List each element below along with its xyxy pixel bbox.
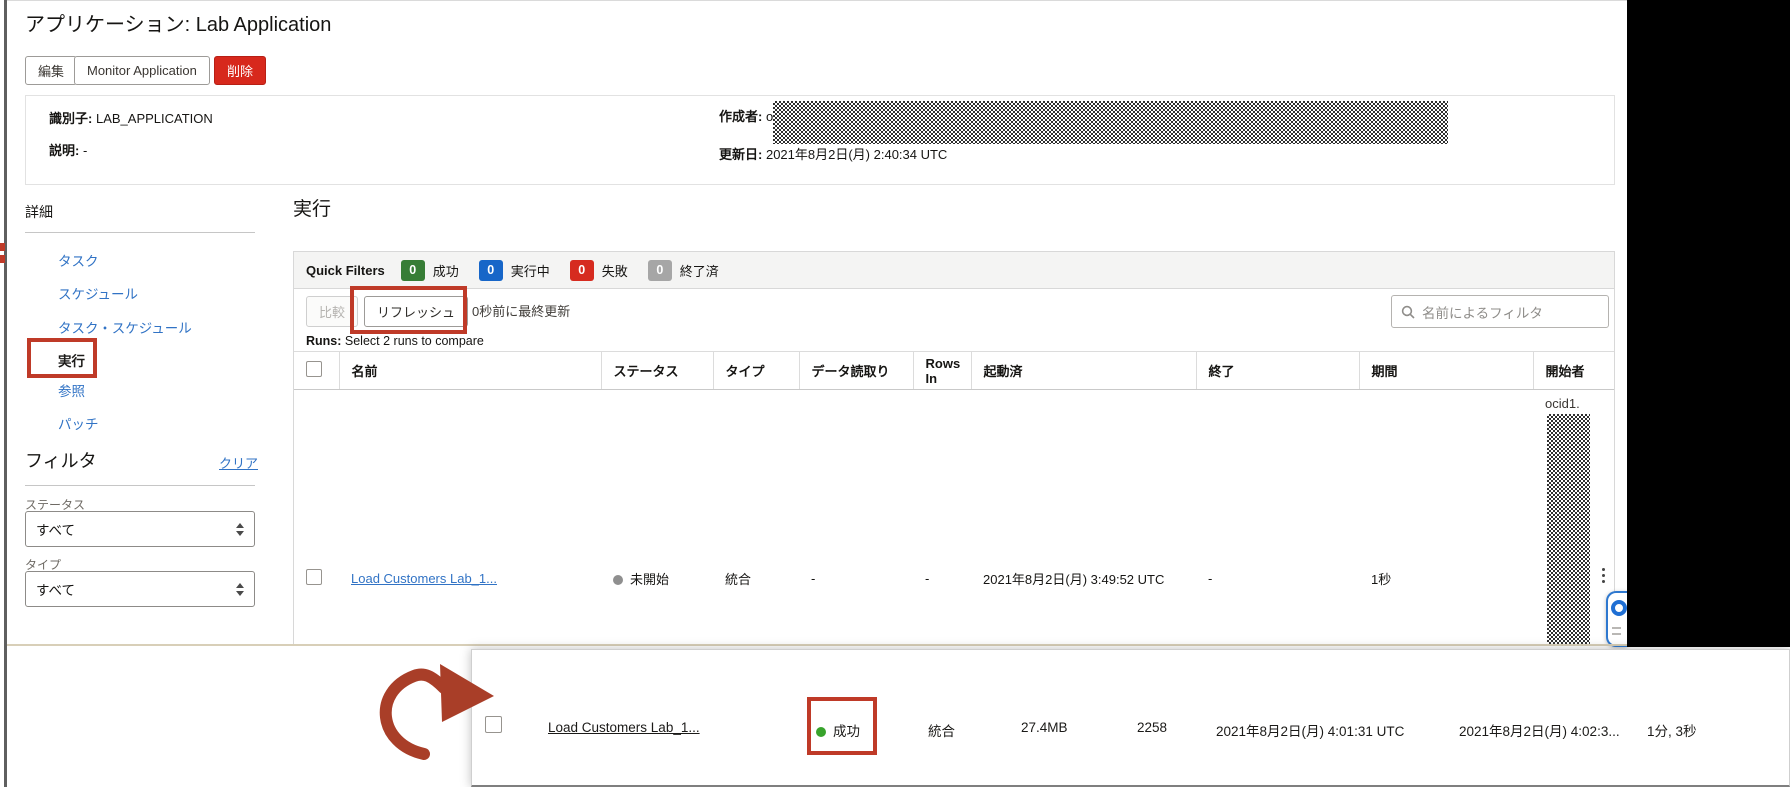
annotation-box-success (807, 697, 877, 755)
select-all-checkbox[interactable] (306, 361, 322, 377)
overlay-run-ended: 2021年8月2日(月) 4:02:3... (1459, 724, 1620, 739)
quick-filters-bar: Quick Filters 0 成功 0 実行中 0 失敗 0 終了済 (294, 252, 1614, 289)
col-header-started[interactable]: 起動済 (971, 351, 1197, 390)
edge-annotation-mark (0, 255, 5, 263)
window-left-border (4, 0, 7, 787)
sidebar-item-tasks[interactable]: タスク (58, 250, 99, 270)
run-type: 統合 (725, 572, 752, 588)
quick-filter-success[interactable]: 0 成功 (400, 259, 459, 281)
initiated-by-redacted-value (1547, 414, 1590, 644)
run-name-link[interactable]: Load Customers Lab_1... (351, 571, 497, 586)
window-top-border (7, 0, 1627, 1)
quick-filter-failed[interactable]: 0 失敗 (569, 259, 628, 281)
help-widget-detail (1612, 627, 1621, 629)
filter-heading: フィルタ (25, 451, 97, 471)
monitor-application-button[interactable]: Monitor Application (74, 56, 210, 85)
filter-clear-link[interactable]: クリア (219, 453, 258, 472)
run-initiated-by: ocid1. (1533, 390, 1614, 644)
quick-filter-running[interactable]: 0 実行中 (478, 259, 550, 281)
overlay-run-started: 2021年8月2日(月) 4:01:31 UTC (1216, 724, 1405, 739)
failed-count-badge: 0 (569, 259, 594, 281)
edge-annotation-mark (0, 243, 5, 251)
search-placeholder: 名前によるフィルタ (1422, 305, 1543, 321)
col-header-duration[interactable]: 期間 (1359, 351, 1534, 390)
overlay-run-rows-in: 2258 (1137, 720, 1168, 735)
row-actions-kebab-icon[interactable] (1602, 568, 1605, 571)
run-rows-in: - (925, 571, 930, 587)
not-started-status-icon (613, 575, 623, 586)
run-ended: - (1208, 571, 1213, 587)
identifier-row: 識別子: LAB_APPLICATION (49, 111, 213, 127)
quick-filter-terminated[interactable]: 0 終了済 (647, 259, 719, 281)
creator-redacted-value (773, 101, 1448, 144)
table-header-row: 名前 ステータス タイプ データ読取り Rows In 起動済 終了 期間 開始… (294, 351, 1614, 390)
updated-value: 2021年8月2日(月) 2:40:34 UTC (765, 147, 948, 162)
col-header-name[interactable]: 名前 (339, 351, 602, 390)
col-header-data-read[interactable]: データ読取り (799, 351, 914, 390)
run-status: 未開始 (630, 572, 670, 588)
col-header-status[interactable]: ステータス (601, 351, 714, 390)
col-header-type[interactable]: タイプ (713, 351, 800, 390)
updated-label: 更新日: (719, 147, 763, 162)
col-header-ended[interactable]: 終了 (1196, 351, 1360, 390)
runs-panel: Quick Filters 0 成功 0 実行中 0 失敗 0 終了済 比較 リ… (293, 251, 1615, 645)
edit-button[interactable]: 編集 (25, 56, 78, 85)
select-stepper-icon (236, 522, 244, 536)
terminated-count-badge: 0 (647, 259, 672, 281)
sidebar-item-patches[interactable]: パッチ (58, 413, 99, 433)
row-checkbox[interactable] (306, 569, 322, 586)
col-header-initiated-by[interactable]: 開始者 (1533, 351, 1614, 390)
creator-label: 作成者: (719, 109, 763, 124)
sidebar-item-task-schedules[interactable]: タスク・スケジュール (58, 317, 192, 337)
status-filter-select[interactable]: すべて (25, 511, 255, 547)
overlay-run-data-read: 27.4MB (1021, 720, 1068, 735)
annotation-arrow (379, 664, 494, 760)
type-filter-value: すべて (36, 583, 76, 598)
annotation-box-runs (27, 338, 97, 378)
help-widget[interactable] (1606, 591, 1627, 647)
table-row: Load Customers Lab_1... 未開始 統合 - - 2021年… (294, 390, 1614, 644)
last-updated-text: 0秒前に最終更新 (472, 304, 571, 319)
help-widget-detail (1612, 633, 1621, 635)
sidebar-divider (25, 232, 255, 233)
updated-row: 更新日: 2021年8月2日(月) 2:40:34 UTC (719, 147, 947, 163)
name-filter-search[interactable]: 名前によるフィルタ (1391, 295, 1609, 328)
window-bottom-border (7, 644, 1627, 646)
col-header-rows-in[interactable]: Rows In (913, 351, 972, 390)
annotation-box-refresh (350, 286, 467, 334)
background-black-band (1627, 0, 1790, 647)
filter-divider (25, 485, 255, 486)
overlay-run-type: 統合 (928, 724, 955, 739)
runs-section-heading: 実行 (293, 199, 332, 220)
status-filter-value: すべて (36, 523, 76, 538)
description-value: - (82, 143, 88, 158)
application-info-panel: 識別子: LAB_APPLICATION 説明: - 作成者: o 更新日: 2… (25, 95, 1615, 185)
help-ring-icon (1611, 600, 1627, 616)
identifier-value: LAB_APPLICATION (95, 111, 213, 126)
creator-row: 作成者: o (719, 109, 773, 125)
zoomed-run-row-overlay: Load Customers Lab_1... 成功 統合 27.4MB 225… (471, 649, 1790, 787)
search-icon (1401, 305, 1415, 319)
sidebar-details-heading: 詳細 (25, 204, 53, 220)
select-stepper-icon (236, 582, 244, 596)
sidebar-item-references[interactable]: 参照 (58, 380, 85, 400)
run-started: 2021年8月2日(月) 3:49:52 UTC (983, 572, 1165, 588)
description-row: 説明: - (49, 143, 87, 159)
screenshot-canvas: アプリケーション: Lab Application 編集 Monitor App… (0, 0, 1790, 787)
description-label: 説明: (49, 143, 80, 158)
sidebar-item-schedules[interactable]: スケジュール (58, 283, 138, 303)
identifier-label: 識別子: (49, 111, 93, 126)
overlay-run-duration: 1分, 3秒 (1647, 724, 1697, 739)
type-filter-select[interactable]: すべて (25, 571, 255, 607)
delete-button[interactable]: 削除 (214, 56, 267, 85)
page-title: アプリケーション: Lab Application (25, 14, 332, 36)
running-count-badge: 0 (478, 259, 503, 281)
run-duration: 1秒 (1371, 572, 1392, 588)
quick-filters-label: Quick Filters (306, 262, 385, 278)
success-count-badge: 0 (400, 259, 425, 281)
runs-hint: Runs: Select 2 runs to compare (306, 334, 484, 348)
runs-table: 名前 ステータス タイプ データ読取り Rows In 起動済 終了 期間 開始… (294, 351, 1614, 644)
run-data-read: - (811, 571, 816, 587)
overlay-run-name-link[interactable]: Load Customers Lab_1... (548, 720, 700, 735)
